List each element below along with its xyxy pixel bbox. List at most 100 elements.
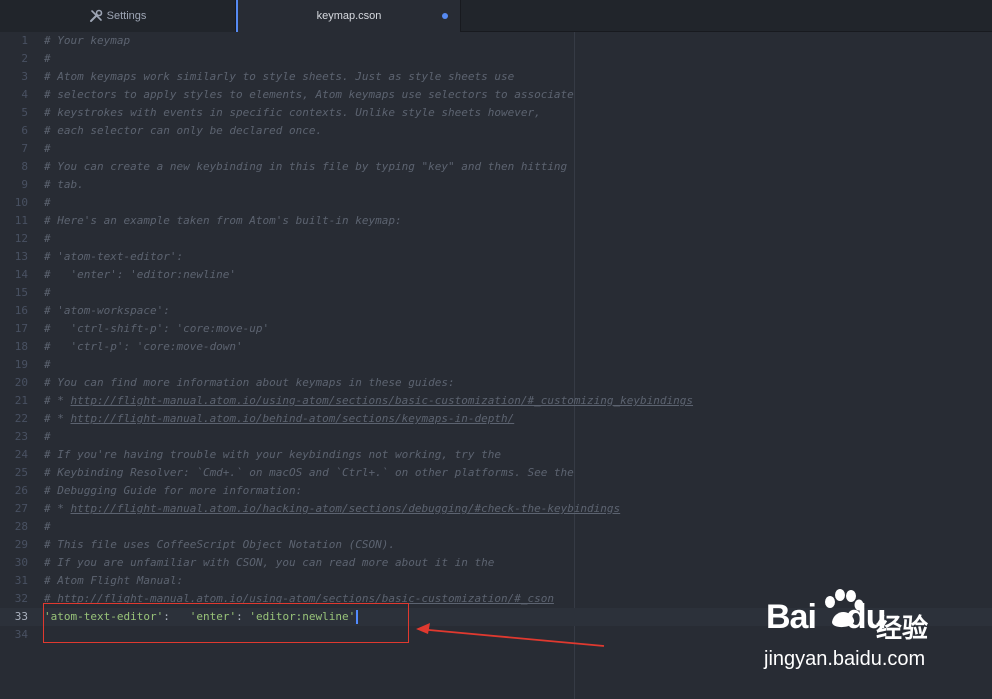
comment-text: # xyxy=(44,358,51,371)
url-link[interactable]: http://flight-manual.atom.io/hacking-ato… xyxy=(71,502,621,515)
line-code: # Atom Flight Manual: xyxy=(44,572,183,590)
line-code: # xyxy=(44,518,51,536)
watermark-url: jingyan.baidu.com xyxy=(764,648,926,670)
code-line[interactable]: 19 # xyxy=(0,356,992,374)
comment-text: # 'ctrl-p': 'core:move-down' xyxy=(44,340,243,353)
tools-icon xyxy=(89,9,102,22)
line-code: # xyxy=(44,428,51,446)
code-line[interactable]: 3 # Atom keymaps work similarly to style … xyxy=(0,68,992,86)
line-number: 1 xyxy=(21,34,28,47)
code-line[interactable]: 4 # selectors to apply styles to elements… xyxy=(0,86,992,104)
code-line[interactable]: 23 # xyxy=(0,428,992,446)
line-code: # * http://flight-manual.atom.io/hacking… xyxy=(44,500,620,518)
line-code: # 'ctrl-p': 'core:move-down' xyxy=(44,338,243,356)
url-link[interactable]: http://flight-manual.atom.io/behind-atom… xyxy=(71,412,515,425)
line-code: # 'atom-workspace': xyxy=(44,302,170,320)
comment-text: # Atom Flight Manual: xyxy=(44,574,184,587)
line-code: # xyxy=(44,356,51,374)
code-line[interactable]: 11 # Here's an example taken from Atom's … xyxy=(0,212,992,230)
watermark-brand: Bai du xyxy=(766,598,886,637)
code-line[interactable]: 26 # Debugging Guide for more information… xyxy=(0,482,992,500)
comment-text: # xyxy=(44,196,51,209)
line-code: # 'ctrl-shift-p': 'core:move-up' xyxy=(44,320,269,338)
comment-text: # If you are unfamiliar with CSON, you c… xyxy=(44,556,495,569)
line-number: 26 xyxy=(14,484,28,497)
line-code: # * http://flight-manual.atom.io/using-a… xyxy=(44,392,693,410)
code-line[interactable]: 20 # You can find more information about … xyxy=(0,374,992,392)
line-number: 31 xyxy=(14,574,28,587)
line-number: 18 xyxy=(14,340,28,353)
line-number: 23 xyxy=(14,430,28,443)
code-line[interactable]: 28 # xyxy=(0,518,992,536)
comment-text: # Keybinding Resolver: `Cmd+.` on macOS … xyxy=(44,466,574,479)
line-code: # xyxy=(44,284,51,302)
code-line[interactable]: 18 # 'ctrl-p': 'core:move-down' xyxy=(0,338,992,356)
line-code: # Keybinding Resolver: `Cmd+.` on macOS … xyxy=(44,464,574,482)
line-code: # If you are unfamiliar with CSON, you c… xyxy=(44,554,494,572)
code-line[interactable]: 21 # * http://flight-manual.atom.io/using… xyxy=(0,392,992,410)
line-number: 16 xyxy=(14,304,28,317)
code-line[interactable]: 7 # xyxy=(0,140,992,158)
line-code: # xyxy=(44,194,51,212)
comment-text: # * xyxy=(44,502,71,515)
tab-keymap-label: keymap.cson xyxy=(316,10,382,22)
code-line[interactable]: 8 # You can create a new keybinding in th… xyxy=(0,158,992,176)
comment-text: # * xyxy=(44,412,71,425)
code-line[interactable]: 5 # keystrokes with events in specific co… xyxy=(0,104,992,122)
line-number: 20 xyxy=(14,376,28,389)
code-line[interactable]: 30 # If you are unfamiliar with CSON, you… xyxy=(0,554,992,572)
code-line[interactable]: 27 # * http://flight-manual.atom.io/hacki… xyxy=(0,500,992,518)
code-line[interactable]: 16 # 'atom-workspace': xyxy=(0,302,992,320)
line-number: 11 xyxy=(14,214,28,227)
line-code: # * http://flight-manual.atom.io/behind-… xyxy=(44,410,514,428)
line-number: 24 xyxy=(14,448,28,461)
line-code: # Debugging Guide for more information: xyxy=(44,482,302,500)
line-number: 6 xyxy=(21,124,28,137)
line-code: # tab. xyxy=(44,176,84,194)
code-line[interactable]: 15 # xyxy=(0,284,992,302)
line-number: 17 xyxy=(14,322,28,335)
code-line[interactable]: 24 # If you're having trouble with your k… xyxy=(0,446,992,464)
watermark-brand-cn: 经验 xyxy=(876,613,929,643)
line-number: 9 xyxy=(21,178,28,191)
modified-indicator-icon[interactable] xyxy=(442,13,448,19)
code-line[interactable]: 1 # Your keymap xyxy=(0,32,992,50)
code-line[interactable]: 17 # 'ctrl-shift-p': 'core:move-up' xyxy=(0,320,992,338)
comment-text: # This file uses CoffeeScript Object Not… xyxy=(44,538,395,551)
comment-text: # xyxy=(44,286,51,299)
watermark-brand-latin: Bai xyxy=(766,598,817,636)
code-line[interactable]: 13 # 'atom-text-editor': xyxy=(0,248,992,266)
code-line[interactable]: 25 # Keybinding Resolver: `Cmd+.` on macO… xyxy=(0,464,992,482)
code-line[interactable]: 10 # xyxy=(0,194,992,212)
comment-text: # tab. xyxy=(44,178,84,191)
comment-text: # If you're having trouble with your key… xyxy=(44,448,501,461)
code-line[interactable]: 22 # * http://flight-manual.atom.io/behin… xyxy=(0,410,992,428)
line-code: # This file uses CoffeeScript Object Not… xyxy=(44,536,395,554)
line-code: # 'atom-text-editor': xyxy=(44,248,183,266)
code-line[interactable]: 12 # xyxy=(0,230,992,248)
comment-text: # selectors to apply styles to elements,… xyxy=(44,88,574,101)
code-line[interactable]: 2 # xyxy=(0,50,992,68)
code-line[interactable]: 14 # 'enter': 'editor:newline' xyxy=(0,266,992,284)
comment-text: # Debugging Guide for more information: xyxy=(44,484,303,497)
line-number: 19 xyxy=(14,358,28,371)
line-number: 29 xyxy=(14,538,28,551)
line-number: 28 xyxy=(14,520,28,533)
line-code: # You can create a new keybinding in thi… xyxy=(44,158,567,176)
line-code: # Here's an example taken from Atom's bu… xyxy=(44,212,402,230)
tab-settings[interactable]: Settings xyxy=(0,0,236,32)
comment-text: # xyxy=(44,142,51,155)
url-link[interactable]: http://flight-manual.atom.io/using-atom/… xyxy=(71,394,694,407)
line-number: 32 xyxy=(14,592,28,605)
line-number: 5 xyxy=(21,106,28,119)
line-number: 14 xyxy=(14,268,28,281)
line-number: 21 xyxy=(14,394,28,407)
code-line[interactable]: 29 # This file uses CoffeeScript Object N… xyxy=(0,536,992,554)
code-line[interactable]: 6 # each selector can only be declared on… xyxy=(0,122,992,140)
tab-keymap-cson[interactable]: keymap.cson xyxy=(236,0,461,32)
line-number: 13 xyxy=(14,250,28,263)
code-line[interactable]: 9 # tab. xyxy=(0,176,992,194)
comment-text: # 'atom-text-editor': xyxy=(44,250,184,263)
comment-text: # xyxy=(44,232,51,245)
line-code: # You can find more information about ke… xyxy=(44,374,455,392)
